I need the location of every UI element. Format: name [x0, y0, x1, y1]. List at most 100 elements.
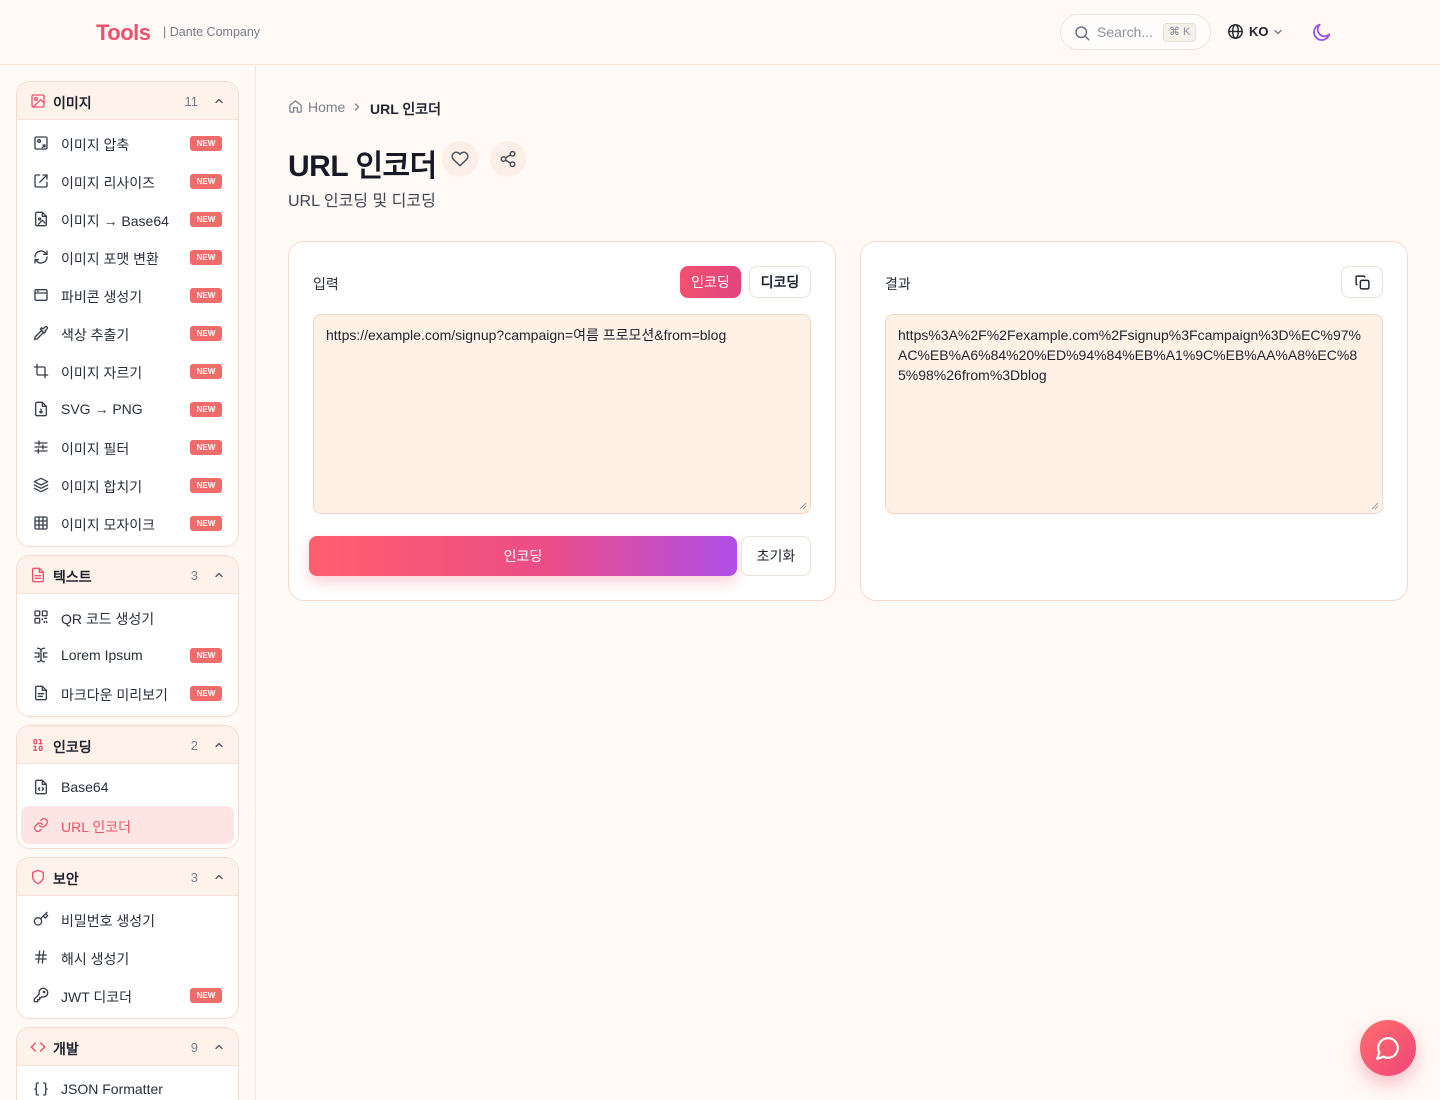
sidebar-item-json-formatter[interactable]: JSON Formatter: [21, 1070, 234, 1100]
sidebar-group-header[interactable]: 개발 9: [17, 1028, 238, 1066]
sidebar-group-header[interactable]: 이미지 11: [17, 82, 238, 120]
resize-grip-icon[interactable]: [1371, 502, 1379, 510]
text-cursor-icon: [34, 647, 48, 663]
share-button[interactable]: [490, 141, 526, 177]
new-badge: NEW: [190, 364, 222, 379]
sidebar-item-label: 파비콘 생성기: [61, 289, 143, 305]
sidebar-group-header[interactable]: 텍스트 3: [17, 556, 238, 594]
app-logo[interactable]: Tools: [96, 20, 151, 46]
language-code: KO: [1249, 24, 1269, 39]
sidebar-item-base64[interactable]: Base64: [21, 768, 234, 806]
new-badge: NEW: [190, 326, 222, 341]
dark-mode-toggle-icon[interactable]: [1311, 21, 1333, 43]
sidebar-group-count: 11: [184, 94, 199, 109]
image-compress-icon: [34, 136, 48, 150]
new-badge: NEW: [190, 288, 222, 303]
sidebar-group-header[interactable]: 인코딩 2: [17, 726, 238, 764]
chevron-up-icon[interactable]: [213, 739, 225, 751]
sidebar-item-jwt[interactable]: JWT 디코더 NEW: [21, 976, 234, 1014]
sidebar-group-title: 인코딩: [53, 739, 92, 755]
chevron-up-icon[interactable]: [213, 871, 225, 883]
chevron-up-icon[interactable]: [213, 1041, 225, 1053]
file-code-icon: [35, 779, 47, 795]
sidebar-group-header[interactable]: 보안 3: [17, 858, 238, 896]
braces-icon: [34, 1082, 48, 1096]
input-panel: 입력 인코딩 디코딩 https://example.com/signup?ca…: [288, 241, 836, 601]
new-badge: NEW: [190, 516, 222, 531]
layers-icon: [33, 477, 49, 493]
result-text-value: https%3A%2F%2Fexample.com%2Fsignup%3Fcam…: [898, 327, 1361, 383]
sidebar-item-format-convert[interactable]: 이미지 포맷 변환 NEW: [21, 238, 234, 276]
resize-grip-icon[interactable]: [799, 502, 807, 510]
chevron-up-icon[interactable]: [213, 95, 225, 107]
favorite-button[interactable]: [442, 141, 478, 177]
sidebar-item-label: 이미지 합치기: [61, 479, 143, 495]
sidebar-item-password[interactable]: 비밀번호 생성기: [21, 900, 234, 938]
sidebar-item-label: 이미지 리사이즈: [61, 175, 156, 191]
sidebar-group-title: 텍스트: [53, 569, 92, 585]
sidebar-item-filter[interactable]: 이미지 필터 NEW: [21, 428, 234, 466]
sidebar-item-label: Base64: [61, 779, 109, 795]
sidebar-item-mosaic[interactable]: 이미지 모자이크 NEW: [21, 504, 234, 542]
breadcrumb-current: URL 인코더: [370, 101, 442, 117]
sidebar-item-image-base64[interactable]: 이미지 → Base64 NEW: [21, 200, 234, 238]
sidebar-item-label: 이미지 → Base64: [61, 213, 169, 229]
sidebar-item-image-compress[interactable]: 이미지 압축 NEW: [21, 124, 234, 162]
sidebar-item-qr-code[interactable]: QR 코드 생성기: [21, 598, 234, 636]
key-round-icon: [33, 987, 49, 1003]
home-icon[interactable]: [288, 99, 303, 114]
result-textarea[interactable]: https%3A%2F%2Fexample.com%2Fsignup%3Fcam…: [885, 314, 1383, 514]
sidebar-item-favicon[interactable]: 파비콘 생성기 NEW: [21, 276, 234, 314]
sliders-icon: [34, 440, 48, 454]
sidebar-item-url-encoder[interactable]: URL 인코더: [21, 806, 234, 844]
sidebar-item-hash[interactable]: 해시 생성기: [21, 938, 234, 976]
search-shortcut: ⌘ K: [1163, 23, 1197, 42]
crop-icon: [33, 363, 49, 379]
decode-mode-tab[interactable]: 디코딩: [749, 266, 811, 298]
key-icon: [33, 911, 49, 926]
company-name: | Dante Company: [163, 25, 261, 39]
sidebar-item-crop[interactable]: 이미지 자르기 NEW: [21, 352, 234, 390]
sidebar-item-svg-png[interactable]: SVG → PNG NEW: [21, 390, 234, 428]
sidebar-item-label: QR 코드 생성기: [61, 611, 155, 627]
search-icon: [1075, 26, 1090, 41]
sidebar-group-count: 3: [190, 568, 198, 583]
sidebar-group-count: 9: [190, 1040, 198, 1055]
new-badge: NEW: [190, 648, 222, 663]
sidebar-group-security: 보안 3 비밀번호 생성기 해시 생성기 JWT 디코더 NEW: [16, 857, 239, 1019]
chat-button[interactable]: [1360, 1020, 1416, 1076]
grid-icon: [34, 516, 48, 530]
sidebar-item-image-resize[interactable]: 이미지 리사이즈 NEW: [21, 162, 234, 200]
search-box[interactable]: Search... ⌘ K: [1060, 14, 1211, 50]
document-icon: [35, 685, 47, 701]
new-badge: NEW: [190, 686, 222, 701]
file-code-icon: [35, 401, 47, 417]
sidebar-item-label: SVG → PNG: [61, 401, 143, 417]
sidebar-item-label: Lorem Ipsum: [61, 647, 143, 663]
breadcrumb-home[interactable]: Home: [308, 99, 345, 115]
sidebar-group-encoding: 인코딩 2 Base64 URL 인코더: [16, 725, 239, 849]
result-panel: 결과 https%3A%2F%2Fexample.com%2Fsignup%3F…: [860, 241, 1408, 601]
encode-button[interactable]: 인코딩: [309, 536, 737, 576]
copy-button[interactable]: [1341, 266, 1383, 298]
top-header: Tools | Dante Company Search... ⌘ K KO: [0, 0, 1440, 65]
input-label: 입력: [313, 276, 339, 292]
new-badge: NEW: [190, 174, 222, 189]
shield-icon: [31, 869, 44, 885]
sidebar-item-merge[interactable]: 이미지 합치기 NEW: [21, 466, 234, 504]
chevron-down-icon: [1274, 29, 1282, 35]
sidebar-item-markdown[interactable]: 마크다운 미리보기 NEW: [21, 674, 234, 712]
reset-button[interactable]: 초기화: [741, 536, 811, 576]
chevron-up-icon[interactable]: [213, 569, 225, 581]
copy-icon: [1355, 275, 1370, 290]
code-icon: [30, 1042, 46, 1052]
encode-mode-tab[interactable]: 인코딩: [680, 266, 741, 298]
resize-icon: [34, 174, 48, 188]
sidebar-group-count: 3: [190, 870, 198, 885]
new-badge: NEW: [190, 250, 222, 265]
sidebar-item-lorem-ipsum[interactable]: Lorem Ipsum NEW: [21, 636, 234, 674]
sidebar-group-title: 개발: [53, 1041, 79, 1057]
input-textarea[interactable]: https://example.com/signup?campaign=여름 프…: [313, 314, 811, 514]
sidebar-item-color-picker[interactable]: 색상 추출기 NEW: [21, 314, 234, 352]
sidebar-item-label: 이미지 자르기: [61, 365, 143, 381]
